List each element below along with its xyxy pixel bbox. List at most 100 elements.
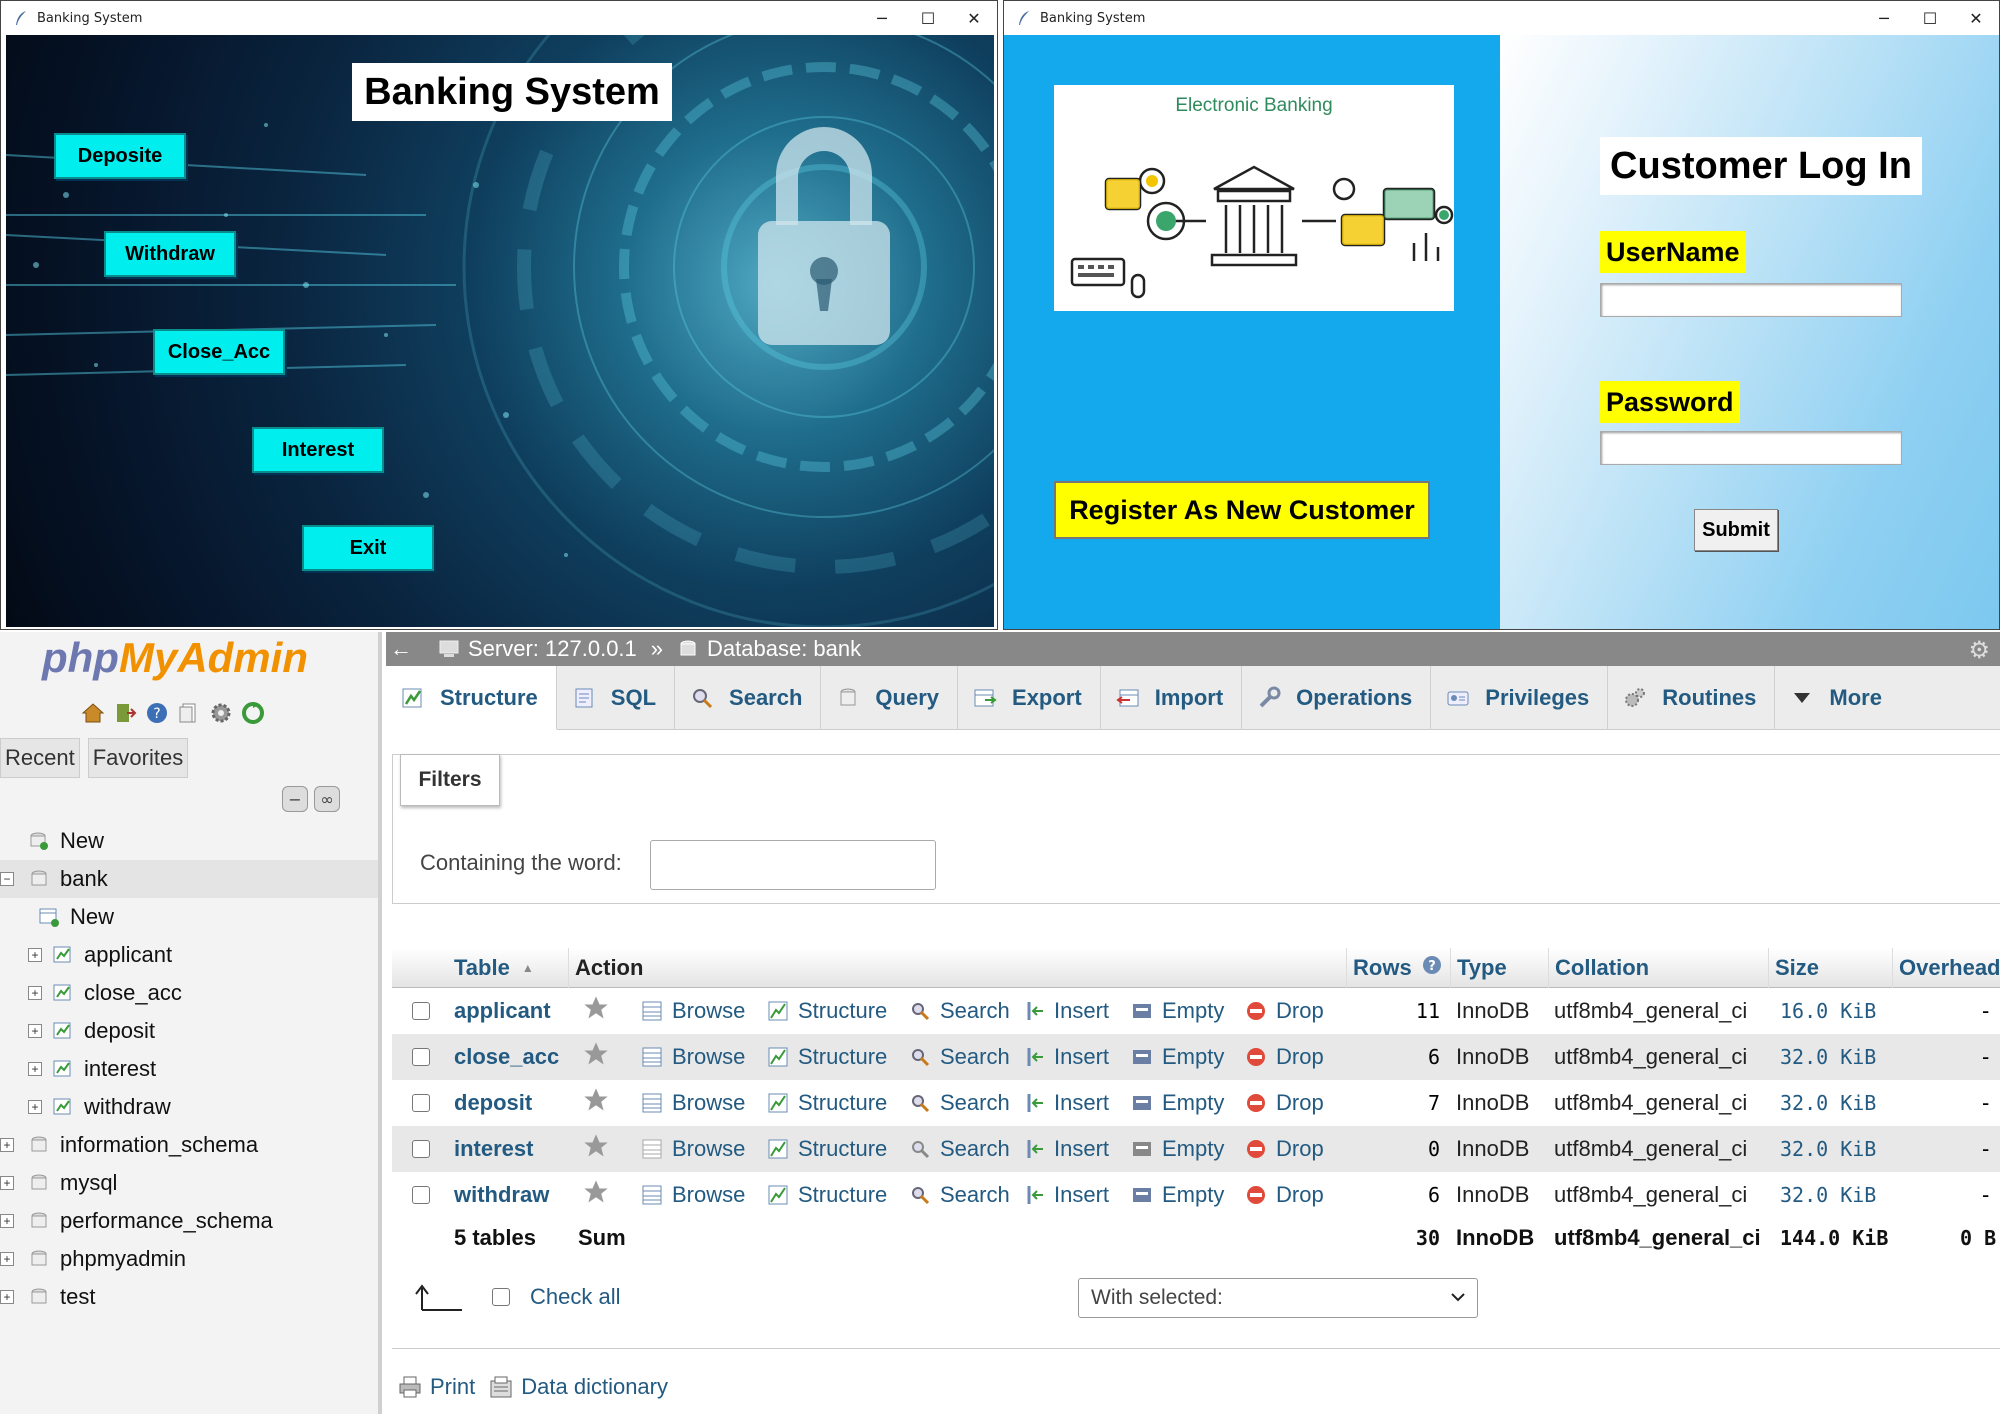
row-checkbox[interactable] — [412, 1186, 430, 1204]
tree-item-phpmyadmin[interactable]: + phpmyadmin — [0, 1240, 186, 1278]
table-name-link[interactable]: deposit — [454, 1080, 532, 1126]
phpmyadmin-logo[interactable]: phpMyAdmin — [42, 634, 308, 682]
table-name-link[interactable]: interest — [454, 1126, 533, 1172]
tab-structure[interactable]: Structure — [386, 666, 557, 730]
empty-link[interactable]: Empty — [1130, 988, 1224, 1034]
expand-icon[interactable]: + — [0, 1252, 14, 1266]
expand-icon[interactable]: + — [0, 1176, 14, 1190]
table-name-link[interactable]: applicant — [454, 988, 551, 1034]
with-selected-dropdown[interactable]: With selected: — [1078, 1278, 1478, 1318]
browse-link[interactable]: Browse — [640, 1126, 745, 1172]
tree-item-interest[interactable]: + interest — [28, 1050, 156, 1088]
settings-gear-icon[interactable]: ⚙ — [1968, 636, 1990, 665]
print-link[interactable]: Print — [430, 1374, 475, 1400]
close-button[interactable]: ✕ — [951, 1, 997, 35]
structure-link[interactable]: Structure — [766, 1034, 887, 1080]
breadcrumb-server[interactable]: Server: 127.0.0.1 — [438, 636, 637, 662]
search-link[interactable]: Search — [908, 1080, 1010, 1126]
tree-item-applicant[interactable]: + applicant — [28, 936, 172, 974]
data-dictionary-link[interactable]: Data dictionary — [521, 1374, 668, 1400]
structure-link[interactable]: Structure — [766, 1126, 887, 1172]
search-link[interactable]: Search — [908, 988, 1010, 1034]
filters-legend[interactable]: Filters — [400, 754, 500, 806]
logout-icon[interactable] — [112, 700, 138, 726]
empty-link[interactable]: Empty — [1130, 1172, 1224, 1218]
insert-link[interactable]: Insert — [1022, 1172, 1109, 1218]
favorite-star-icon[interactable] — [582, 1086, 610, 1120]
username-input[interactable] — [1600, 283, 1902, 317]
empty-link[interactable]: Empty — [1130, 1034, 1224, 1080]
tree-item-bank[interactable]: − bank — [0, 860, 378, 898]
expand-icon[interactable]: + — [0, 1214, 14, 1228]
table-size[interactable]: 32.0 KiB — [1780, 1126, 1876, 1172]
row-checkbox[interactable] — [412, 1140, 430, 1158]
structure-link[interactable]: Structure — [766, 1172, 887, 1218]
table-size[interactable]: 16.0 KiB — [1780, 988, 1876, 1034]
browse-link[interactable]: Browse — [640, 1172, 745, 1218]
tree-item-withdraw[interactable]: + withdraw — [28, 1088, 171, 1126]
tab-export[interactable]: Export — [958, 666, 1101, 730]
breadcrumb-database[interactable]: Database: bank — [677, 636, 861, 662]
tree-item-mysql[interactable]: + mysql — [0, 1164, 117, 1202]
filter-input[interactable] — [650, 840, 936, 890]
header-overhead[interactable]: Overhead — [1892, 948, 2000, 988]
expand-icon[interactable]: + — [28, 1024, 42, 1038]
expand-icon[interactable]: + — [28, 1062, 42, 1076]
tree-item-performance-schema[interactable]: + performance_schema — [0, 1202, 273, 1240]
collapse-all-icon[interactable]: − — [282, 786, 308, 812]
expand-icon[interactable]: + — [28, 948, 42, 962]
withdraw-button[interactable]: Withdraw — [104, 231, 236, 277]
tree-item-new-db[interactable]: New — [4, 822, 104, 860]
header-rows[interactable]: Rows ? — [1346, 948, 1442, 988]
tree-item-deposit[interactable]: + deposit — [28, 1012, 155, 1050]
structure-link[interactable]: Structure — [766, 988, 887, 1034]
drop-link[interactable]: Drop — [1244, 1080, 1324, 1126]
table-size[interactable]: 32.0 KiB — [1780, 1172, 1876, 1218]
tab-import[interactable]: Import — [1101, 666, 1243, 730]
expand-icon[interactable]: + — [0, 1290, 14, 1304]
tab-recent[interactable]: Recent — [0, 738, 80, 778]
row-checkbox[interactable] — [412, 1002, 430, 1020]
close-acc-button[interactable]: Close_Acc — [153, 329, 285, 375]
favorite-star-icon[interactable] — [582, 994, 610, 1028]
row-checkbox[interactable] — [412, 1094, 430, 1112]
back-arrow-icon[interactable]: ← — [390, 636, 418, 662]
help-icon[interactable]: ? — [144, 700, 170, 726]
row-checkbox[interactable] — [412, 1048, 430, 1066]
help-icon[interactable]: ? — [1422, 955, 1442, 981]
table-name-link[interactable]: withdraw — [454, 1172, 549, 1218]
header-size[interactable]: Size — [1768, 948, 1819, 988]
tab-favorites[interactable]: Favorites — [87, 738, 189, 778]
tree-item-new-table[interactable]: New — [38, 898, 114, 936]
insert-link[interactable]: Insert — [1022, 1080, 1109, 1126]
submit-button[interactable]: Submit — [1694, 509, 1778, 551]
tab-search[interactable]: Search — [675, 666, 822, 730]
browse-link[interactable]: Browse — [640, 988, 745, 1034]
drop-link[interactable]: Drop — [1244, 1034, 1324, 1080]
link-with-main-icon[interactable]: ∞ — [314, 786, 340, 812]
maximize-button[interactable]: ☐ — [1907, 1, 1953, 35]
table-size[interactable]: 32.0 KiB — [1780, 1034, 1876, 1080]
favorite-star-icon[interactable] — [582, 1132, 610, 1166]
tab-sql[interactable]: SQL — [557, 666, 676, 730]
search-link[interactable]: Search — [908, 1172, 1010, 1218]
check-all-label[interactable]: Check all — [530, 1284, 620, 1310]
minimize-button[interactable]: ─ — [1861, 1, 1907, 35]
tab-operations[interactable]: Operations — [1242, 666, 1432, 730]
expand-icon[interactable]: + — [28, 986, 42, 1000]
drop-link[interactable]: Drop — [1244, 1126, 1324, 1172]
empty-link[interactable]: Empty — [1130, 1080, 1224, 1126]
deposite-button[interactable]: Deposite — [54, 133, 186, 179]
docs-icon[interactable] — [176, 700, 202, 726]
check-all-checkbox[interactable] — [492, 1288, 510, 1306]
settings-gear-icon[interactable] — [208, 700, 234, 726]
insert-link[interactable]: Insert — [1022, 1034, 1109, 1080]
maximize-button[interactable]: ☐ — [905, 1, 951, 35]
header-table[interactable]: Table ▲ — [454, 948, 534, 988]
tab-more[interactable]: More — [1775, 666, 1900, 730]
expand-icon[interactable]: + — [0, 1138, 14, 1152]
header-type[interactable]: Type — [1450, 948, 1507, 988]
drop-link[interactable]: Drop — [1244, 988, 1324, 1034]
search-link[interactable]: Search — [908, 1034, 1010, 1080]
tree-item-test[interactable]: + test — [0, 1278, 95, 1316]
